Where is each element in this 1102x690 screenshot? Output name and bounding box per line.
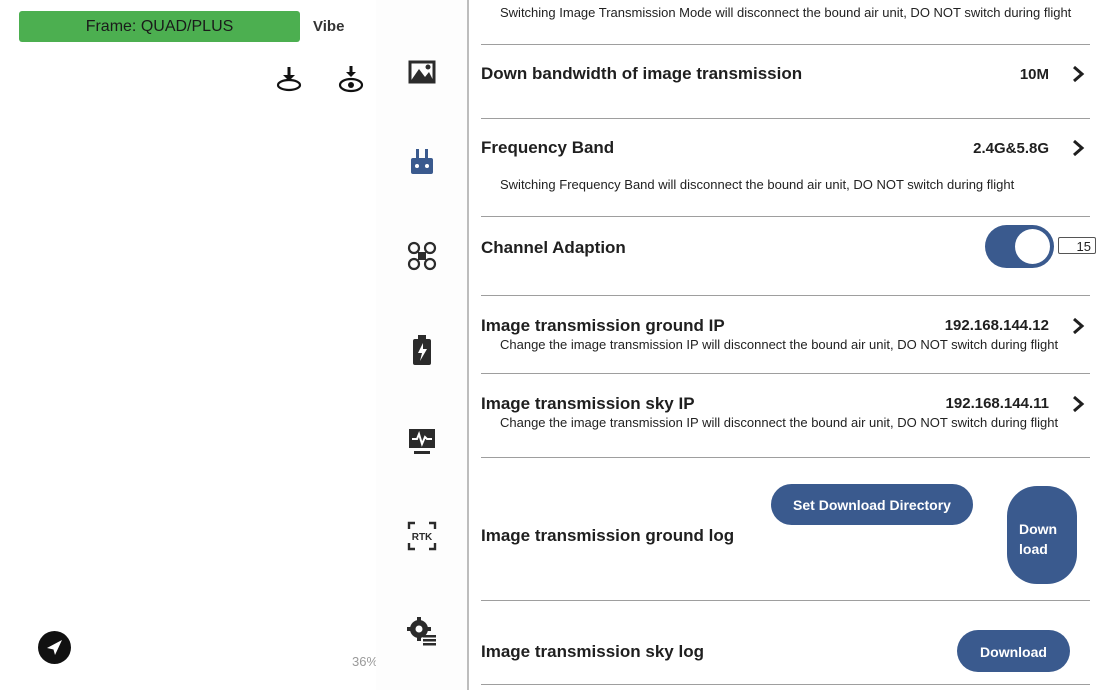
sky-ip-row[interactable]: Image transmission sky IP 192.168.144.11… [469,378,1102,456]
drone-frame-icon[interactable] [404,238,440,274]
channel-number: 15 [1058,237,1096,254]
set-download-directory-button[interactable]: Set Download Directory [771,484,973,525]
icon-rail: RTK [376,0,468,690]
rtk-icon[interactable]: RTK [404,518,440,554]
toggle-knob [1015,229,1050,264]
divider [481,118,1090,119]
settings-gear-icon[interactable] [404,613,440,649]
ground-log-download-button[interactable]: Download [1007,486,1077,584]
sky-ip-value: 192.168.144.11 [945,395,1049,412]
download-log-icon[interactable] [337,64,365,94]
svg-text:RTK: RTK [412,532,433,543]
chevron-right-icon[interactable] [1070,316,1086,336]
frame-badge[interactable]: Frame: QUAD/PLUS [19,11,300,42]
monitor-icon[interactable] [404,423,440,459]
image-transmission-settings: Switching Image Transmission Mode will d… [469,0,1102,690]
bandwidth-title: Down bandwidth of image transmission [481,64,803,83]
vibe-label[interactable]: Vibe [313,18,344,35]
divider [481,373,1090,374]
left-panel: Frame: QUAD/PLUS Vibe 36% [0,0,376,690]
bandwidth-value: 10M [1019,66,1049,83]
divider [481,600,1090,601]
divider [481,216,1090,217]
chevron-right-icon[interactable] [1070,138,1086,158]
ground-ip-row[interactable]: Image transmission ground IP 192.168.144… [469,300,1102,372]
sky-ip-warning: Change the image transmission IP will di… [500,415,1059,430]
image-transmission-icon[interactable] [404,54,440,90]
ground-ip-title: Image transmission ground IP [481,316,725,335]
channel-adaption-title: Channel Adaption [481,238,626,257]
sky-log-download-button[interactable]: Download [957,630,1070,672]
bandwidth-row[interactable]: Down bandwidth of image transmission 10M [469,46,1102,116]
frequency-band-row[interactable]: Frequency Band 2.4G&5.8G Switching Frequ… [469,120,1102,216]
divider [481,684,1090,685]
battery-icon[interactable] [404,332,440,368]
frequency-band-title: Frequency Band [481,138,615,157]
divider [481,44,1090,45]
remote-controller-icon[interactable] [404,145,440,181]
sky-log-title: Image transmission sky log [481,642,704,661]
frequency-band-warning: Switching Frequency Band will disconnect… [500,177,1015,192]
channel-adaption-toggle[interactable] [985,225,1054,268]
sky-ip-title: Image transmission sky IP [481,394,695,413]
chevron-right-icon[interactable] [1070,64,1086,84]
ground-log-title: Image transmission ground log [481,526,735,545]
transmission-mode-warning: Switching Image Transmission Mode will d… [500,5,1072,20]
chevron-right-icon[interactable] [1070,394,1086,414]
ground-ip-warning: Change the image transmission IP will di… [500,337,1059,352]
divider [481,457,1090,458]
download-to-drone-icon[interactable] [275,64,303,94]
divider [481,295,1090,296]
ground-ip-value: 192.168.144.12 [944,317,1049,334]
percent-text: 36% [352,654,376,669]
frequency-band-value: 2.4G&5.8G [973,140,1049,157]
send-icon[interactable] [38,631,71,664]
